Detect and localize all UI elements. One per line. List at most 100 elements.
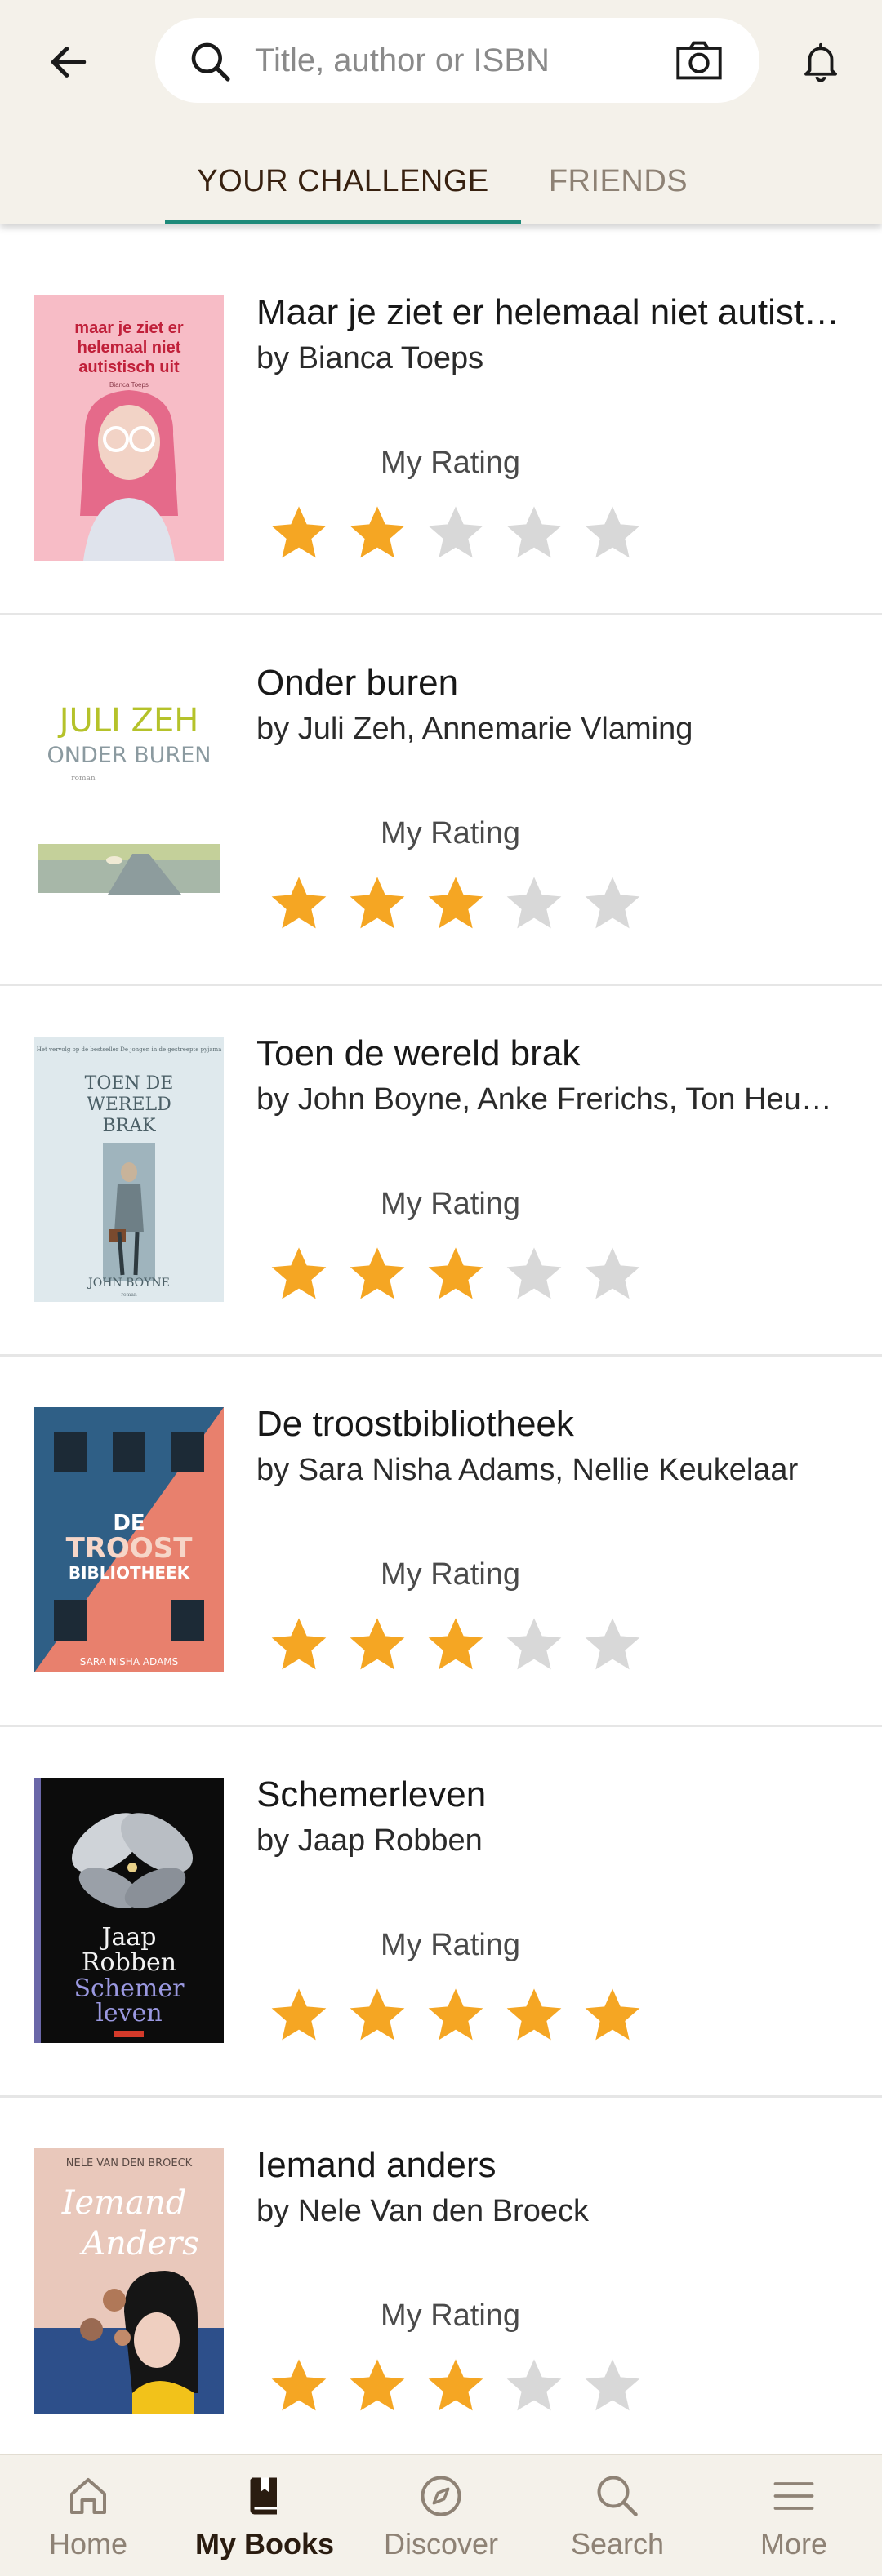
compass-icon — [421, 2476, 461, 2516]
book-author[interactable]: by Bianca Toeps — [256, 341, 844, 376]
nav-label: Search — [570, 2527, 665, 2560]
star-filled-icon[interactable] — [416, 1237, 495, 1311]
camera-icon[interactable] — [675, 39, 724, 82]
book-list: maar je ziet er helemaal niet autistisch… — [0, 245, 882, 2468]
cover-text: leven — [96, 1999, 162, 2027]
cover-text: BIBLIOTHEEK — [69, 1563, 191, 1583]
nav-discover[interactable]: Discover — [353, 2455, 529, 2576]
book-row[interactable]: JULI ZEH ONDER BUREN roman Onder buren b… — [0, 615, 882, 986]
my-rating-label: My Rating — [381, 446, 521, 480]
arrow-left-icon — [51, 47, 87, 78]
star-empty-icon[interactable] — [495, 1237, 573, 1311]
book-title[interactable]: De troostbibliotheek — [256, 1404, 844, 1445]
book-cover[interactable]: Jaap Robben Schemer leven — [34, 1778, 224, 2043]
star-rating — [260, 1237, 652, 1311]
cover-text: SARA NISHA ADAMS — [80, 1656, 179, 1668]
star-filled-icon[interactable] — [260, 1608, 338, 1681]
star-empty-icon[interactable] — [416, 496, 495, 570]
star-filled-icon[interactable] — [338, 867, 416, 940]
book-cover[interactable]: Het vervolg op de bestseller De jongen i… — [34, 1037, 224, 1302]
book-row[interactable]: NELE VAN DEN BROECK Iemand Anders Iemand… — [0, 2098, 882, 2468]
book-title[interactable]: Onder buren — [256, 663, 844, 704]
book-author[interactable]: by Sara Nisha Adams, Nellie Keukelaar — [256, 1453, 844, 1488]
cover-text: JOHN BOYNE — [87, 1277, 170, 1290]
nav-label: Discover — [383, 2527, 499, 2560]
book-title[interactable]: Iemand anders — [256, 2145, 844, 2186]
star-filled-icon[interactable] — [338, 1237, 416, 1311]
star-empty-icon[interactable] — [495, 2349, 573, 2423]
book-title[interactable]: Maar je ziet er helemaal niet autistisch… — [256, 292, 844, 333]
star-empty-icon[interactable] — [573, 2349, 652, 2423]
nav-label: Home — [48, 2527, 128, 2560]
back-button[interactable] — [36, 29, 101, 95]
star-filled-icon[interactable] — [416, 2349, 495, 2423]
notifications-button[interactable] — [792, 33, 849, 90]
bottom-navigation: Home My Books Discover Search More — [0, 2454, 882, 2576]
star-empty-icon[interactable] — [495, 1608, 573, 1681]
cover-text: roman — [121, 1292, 137, 1298]
star-filled-icon[interactable] — [338, 1979, 416, 2052]
star-filled-icon[interactable] — [260, 496, 338, 570]
star-filled-icon[interactable] — [416, 867, 495, 940]
book-cover[interactable]: DE TROOST BIBLIOTHEEK SARA NISHA ADAMS — [34, 1407, 224, 1672]
cover-text: Anders — [78, 2225, 199, 2263]
book-row[interactable]: maar je ziet er helemaal niet autistisch… — [0, 245, 882, 615]
star-filled-icon[interactable] — [338, 2349, 416, 2423]
book-row[interactable]: DE TROOST BIBLIOTHEEK SARA NISHA ADAMS D… — [0, 1357, 882, 1727]
tab-bar: YOUR CHALLENGE FRIENDS — [0, 139, 882, 224]
book-cover[interactable]: JULI ZEH ONDER BUREN roman — [34, 666, 224, 931]
bell-icon — [804, 42, 837, 82]
star-filled-icon[interactable] — [416, 1608, 495, 1681]
cover-text: Het vervolg op de bestseller De jongen i… — [37, 1046, 222, 1053]
my-rating-label: My Rating — [381, 1557, 521, 1592]
tab-your-challenge[interactable]: YOUR CHALLENGE — [165, 139, 521, 224]
book-row[interactable]: Het vervolg op de bestseller De jongen i… — [0, 986, 882, 1357]
book-title[interactable]: Toen de wereld brak — [256, 1033, 844, 1074]
star-empty-icon[interactable] — [495, 496, 573, 570]
my-rating-label: My Rating — [381, 816, 521, 851]
my-rating-label: My Rating — [381, 1187, 521, 1221]
star-filled-icon[interactable] — [260, 1979, 338, 2052]
cover-text: TROOST — [66, 1532, 194, 1565]
book-author[interactable]: by John Boyne, Anke Frerichs, Ton Heuvel… — [256, 1082, 844, 1117]
nav-home[interactable]: Home — [0, 2455, 176, 2576]
search-bar[interactable] — [155, 18, 760, 103]
star-filled-icon[interactable] — [260, 867, 338, 940]
star-empty-icon[interactable] — [573, 1237, 652, 1311]
star-empty-icon[interactable] — [573, 1608, 652, 1681]
nav-label: My Books — [194, 2527, 335, 2560]
nav-more[interactable]: More — [706, 2455, 882, 2576]
star-rating — [260, 867, 652, 940]
star-filled-icon[interactable] — [495, 1979, 573, 2052]
book-cover[interactable]: NELE VAN DEN BROECK Iemand Anders — [34, 2148, 224, 2414]
book-author[interactable]: by Nele Van den Broeck — [256, 2194, 844, 2229]
book-row[interactable]: Jaap Robben Schemer leven Schemerleven b… — [0, 1727, 882, 2098]
book-author[interactable]: by Jaap Robben — [256, 1823, 844, 1859]
search-icon — [597, 2476, 638, 2516]
search-input[interactable] — [255, 34, 647, 87]
book-title[interactable]: Schemerleven — [256, 1774, 844, 1815]
cover-text: WERELD — [87, 1095, 172, 1115]
active-tab-indicator — [165, 220, 521, 224]
cover-text: Iemand — [61, 2184, 187, 2222]
cover-text: helemaal niet — [78, 339, 181, 357]
nav-search[interactable]: Search — [529, 2455, 706, 2576]
my-rating-label: My Rating — [381, 2298, 521, 2333]
cover-text: ONDER BUREN — [47, 743, 212, 768]
star-filled-icon[interactable] — [338, 496, 416, 570]
star-empty-icon[interactable] — [573, 496, 652, 570]
star-filled-icon[interactable] — [416, 1979, 495, 2052]
nav-my-books[interactable]: My Books — [176, 2455, 353, 2576]
tab-friends[interactable]: FRIENDS — [532, 139, 704, 224]
star-filled-icon[interactable] — [338, 1608, 416, 1681]
star-filled-icon[interactable] — [573, 1979, 652, 2052]
star-empty-icon[interactable] — [495, 867, 573, 940]
my-rating-label: My Rating — [381, 1928, 521, 1962]
book-cover[interactable]: maar je ziet er helemaal niet autistisch… — [34, 295, 224, 561]
book-author[interactable]: by Juli Zeh, Annemarie Vlaming — [256, 712, 844, 747]
star-filled-icon[interactable] — [260, 1237, 338, 1311]
menu-icon — [773, 2482, 814, 2510]
cover-text: Robben — [82, 1948, 176, 1977]
star-filled-icon[interactable] — [260, 2349, 338, 2423]
star-empty-icon[interactable] — [573, 867, 652, 940]
